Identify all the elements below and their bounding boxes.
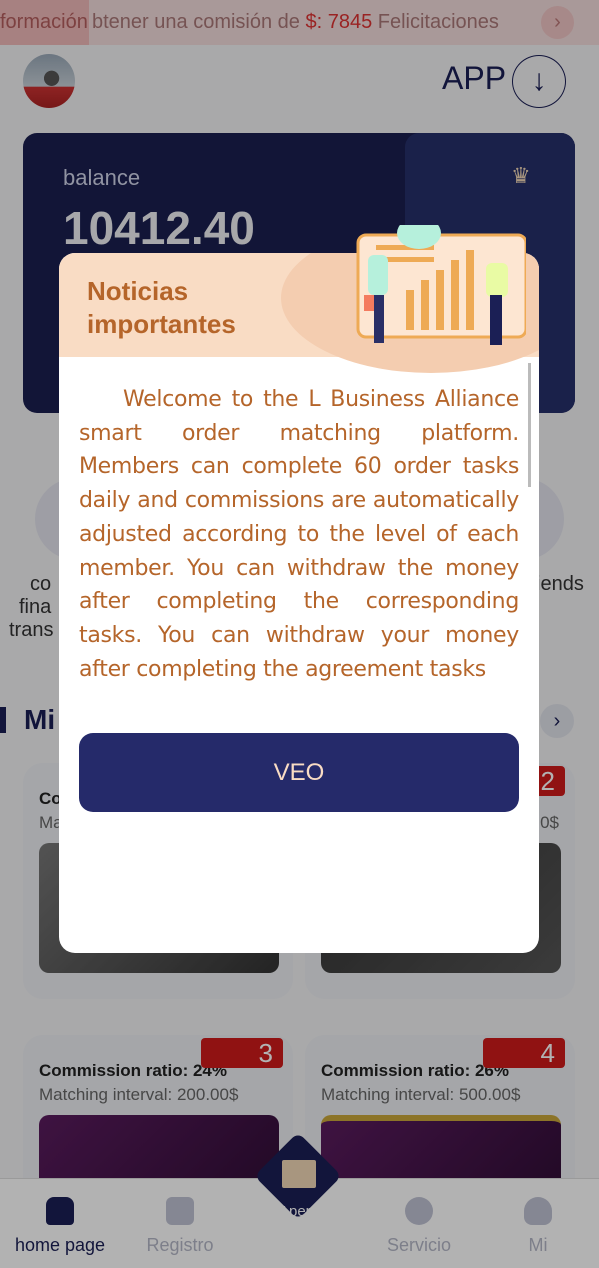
modal-body[interactable]: Welcome to the L Business Alliance smart…	[79, 383, 519, 695]
announcement-modal: Noticias importantes Welcome to the L Bu…	[59, 253, 539, 953]
business-chart-illustration	[356, 225, 526, 345]
veo-button[interactable]: VEO	[79, 733, 519, 812]
scrollbar[interactable]	[528, 363, 531, 487]
modal-title: Noticias importantes	[87, 276, 236, 339]
